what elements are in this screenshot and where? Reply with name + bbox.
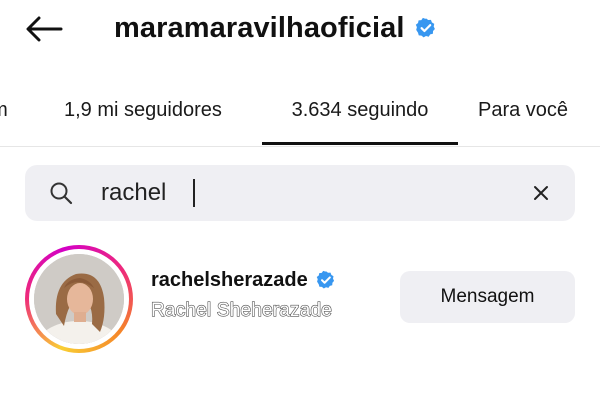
tab-bar: um 1,9 mi seguidores 3.634 seguindo Para… xyxy=(0,78,600,147)
user-info: rachelsherazade Rachel Sheherazade xyxy=(150,267,336,322)
username[interactable]: rachelsherazade xyxy=(151,269,308,292)
tab-partial[interactable]: um xyxy=(0,78,8,142)
clear-search-button[interactable] xyxy=(529,181,553,205)
tab-followers[interactable]: 1,9 mi seguidores xyxy=(64,78,222,142)
avatar-frame xyxy=(29,249,129,349)
text-caret xyxy=(193,179,195,207)
title-row: maramaravilhaoficial xyxy=(114,10,437,46)
verified-badge-icon xyxy=(316,270,336,290)
verified-badge-icon xyxy=(415,17,437,39)
tab-following[interactable]: 3.634 seguindo xyxy=(262,78,458,145)
search-input[interactable] xyxy=(99,175,521,211)
tab-for-you[interactable]: Para você xyxy=(478,78,568,142)
full-name: Rachel Sheherazade xyxy=(150,299,333,321)
app-window: maramaravilhaoficial um 1,9 mi seguidore… xyxy=(0,0,600,400)
close-icon xyxy=(534,186,548,200)
story-ring[interactable] xyxy=(25,245,133,353)
search-icon xyxy=(50,182,73,205)
username-row: rachelsherazade xyxy=(151,267,336,293)
search-bar xyxy=(25,165,575,221)
back-button[interactable] xyxy=(22,12,66,46)
avatar xyxy=(34,254,124,344)
page-title: maramaravilhaoficial xyxy=(114,11,405,44)
message-button[interactable]: Mensagem xyxy=(400,271,575,323)
header: maramaravilhaoficial xyxy=(0,0,600,58)
list-item[interactable]: rachelsherazade Rachel Sheherazade Mensa… xyxy=(0,240,600,360)
arrow-left-icon xyxy=(26,16,63,42)
avatar-photo xyxy=(34,254,124,344)
